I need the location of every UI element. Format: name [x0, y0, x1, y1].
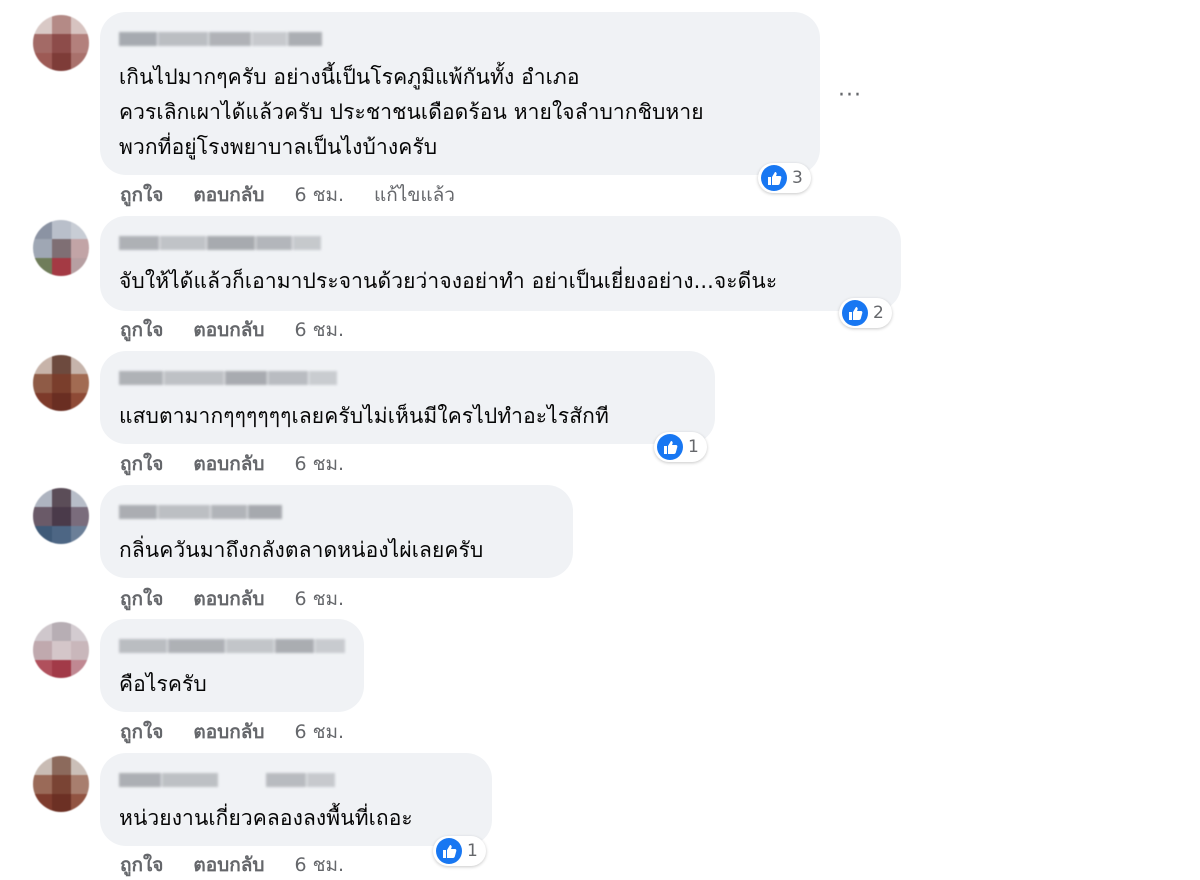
reply-link[interactable]: ตอบกลับ: [193, 850, 264, 880]
avatar[interactable]: [33, 756, 89, 812]
comment-line: หน่วยงานเกี่ยวคลองลงพื้นที่เถอะ: [119, 806, 413, 830]
reaction-count: 1: [467, 841, 478, 861]
comment-text: หน่วยงานเกี่ยวคลองลงพื้นที่เถอะ: [119, 801, 474, 836]
comment-bubble: หน่วยงานเกี่ยวคลองลงพื้นที่เถอะ: [100, 753, 492, 846]
like-link[interactable]: ถูกใจ: [120, 850, 163, 880]
like-thumb-icon: [436, 838, 462, 864]
author-name-blurred[interactable]: [119, 773, 474, 787]
comment-actions: ถูกใจ ตอบกลับ 6 ชม.: [120, 850, 374, 880]
comment-item: หน่วยงานเกี่ยวคลองลงพื้นที่เถอะ 1 ถูกใจ …: [0, 0, 1200, 876]
timestamp[interactable]: 6 ชม.: [294, 850, 344, 880]
reaction-badge[interactable]: 1: [433, 836, 486, 866]
